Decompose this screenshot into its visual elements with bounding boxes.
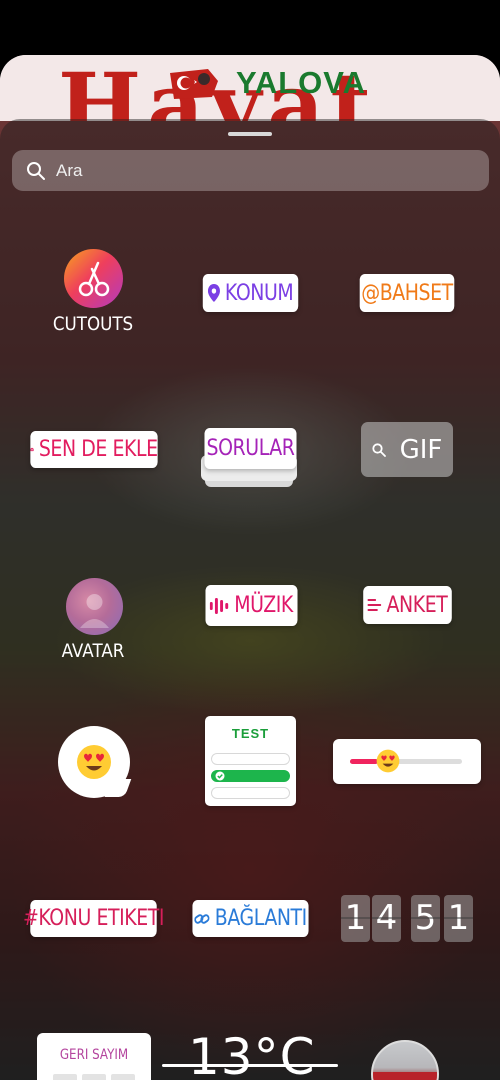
mention-label: @BAHSET — [361, 280, 453, 306]
quiz-sticker[interactable]: TEST — [205, 716, 296, 806]
add-yours-sticker[interactable]: SEN DE EKLE — [30, 431, 158, 468]
quiz-title: TEST — [231, 726, 270, 741]
emoji-reaction-sticker[interactable] — [58, 726, 130, 798]
search-input[interactable] — [56, 160, 456, 181]
photo-thumbnail-icon — [373, 1072, 437, 1080]
questions-label: SORULAR — [206, 436, 295, 461]
drag-handle[interactable] — [228, 132, 272, 136]
music-label: MÜZIK — [234, 593, 293, 618]
time-digit: 1 — [341, 895, 370, 942]
flag-emblem-icon — [170, 69, 218, 99]
slider-track — [350, 759, 462, 764]
countdown-label: GERI SAYIM — [59, 1047, 129, 1063]
quiz-option-selected — [211, 770, 290, 782]
gif-sticker[interactable]: GIF — [361, 422, 453, 477]
countdown-block — [82, 1074, 106, 1080]
emoji-slider-sticker[interactable] — [333, 739, 481, 784]
quiz-option — [211, 787, 290, 799]
location-pin-icon — [207, 284, 220, 302]
masthead-subtitle: YALOVA — [236, 65, 367, 100]
scissors-icon — [78, 261, 110, 297]
countdown-block — [53, 1074, 77, 1080]
check-icon — [215, 771, 225, 780]
sticker-tray: CUTOUTS KONUM @BAHSET SEN DE EKLE SORULA… — [0, 119, 500, 1080]
avatar-sticker[interactable] — [66, 578, 123, 635]
gif-search-icon — [372, 442, 386, 457]
add-yours-label: SEN DE EKLE — [38, 437, 158, 462]
location-label: KONUM — [224, 280, 294, 306]
camera-icon — [30, 447, 34, 452]
avatar-label: AVATAR — [61, 640, 125, 662]
location-sticker[interactable]: KONUM — [202, 274, 299, 312]
hashtag-sticker[interactable]: #KONU ETIKETI — [23, 900, 165, 937]
slider-fill — [350, 759, 378, 764]
questions-sticker[interactable]: SORULAR — [204, 428, 297, 469]
link-sticker[interactable]: BAĞLANTI — [192, 900, 309, 937]
poll-lines-icon — [367, 599, 382, 611]
avatar-figure-icon — [80, 594, 109, 628]
gif-label: GIF — [399, 434, 443, 465]
mention-sticker[interactable]: @BAHSET — [359, 274, 455, 312]
time-digit: 1 — [444, 895, 473, 942]
cutouts-sticker[interactable] — [64, 249, 123, 308]
heart-eyes-slider-icon — [376, 749, 400, 773]
music-bars-icon — [210, 597, 229, 614]
link-icon — [194, 913, 210, 924]
countdown-block — [111, 1074, 135, 1080]
search-icon — [27, 161, 45, 180]
time-digit: 5 — [411, 895, 440, 942]
link-label: BAĞLANTI — [214, 906, 307, 931]
search-bar[interactable] — [12, 150, 489, 191]
cutouts-label: CUTOUTS — [52, 313, 134, 335]
poll-sticker[interactable]: ANKET — [363, 586, 452, 624]
photo-sticker[interactable] — [371, 1040, 439, 1080]
music-sticker[interactable]: MÜZIK — [205, 585, 298, 626]
time-digit: 4 — [372, 895, 401, 942]
quiz-option — [211, 753, 290, 765]
temperature-underline — [162, 1064, 338, 1067]
poll-label: ANKET — [386, 592, 448, 618]
heart-eyes-emoji-icon — [77, 745, 111, 779]
temperature-sticker[interactable]: 13°C — [188, 1029, 316, 1080]
countdown-sticker[interactable]: GERI SAYIM — [37, 1033, 151, 1080]
hashtag-label: #KONU ETIKETI — [22, 906, 165, 931]
